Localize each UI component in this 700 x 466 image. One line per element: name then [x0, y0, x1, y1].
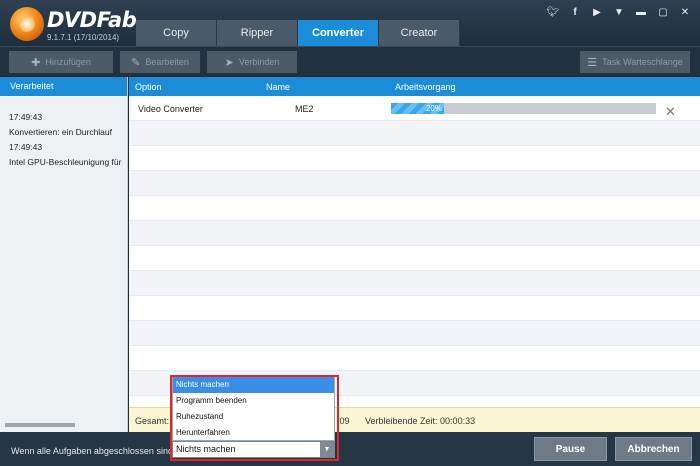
twitter-icon[interactable]: 🐦︎	[542, 7, 564, 18]
column-progress[interactable]: Arbeitsvorgang	[395, 82, 456, 92]
progress-label: 20%	[425, 104, 442, 113]
toolbar: ✚ Hinzufügen ✎ Bearbeiten ➤ Verbinden ☰ …	[0, 46, 700, 76]
progress-bar: 20%	[391, 103, 656, 114]
window-controls: 🐦︎ f ▶ ▼ ▬ ▢ ✕	[542, 7, 696, 18]
menu-dropdown-icon[interactable]: ▼	[608, 7, 630, 18]
facebook-icon[interactable]: f	[564, 7, 586, 18]
youtube-icon[interactable]: ▶	[586, 7, 608, 18]
dvdfab-logo-icon	[10, 7, 44, 41]
highlight-box	[170, 375, 339, 461]
horizontal-scrollbar[interactable]	[5, 423, 75, 427]
main-tabs: Copy Ripper Converter Creator	[136, 20, 460, 46]
minimize-icon[interactable]: ▬	[630, 7, 652, 18]
task-option: Video Converter	[138, 104, 203, 114]
column-name[interactable]: Name	[266, 82, 290, 92]
plus-icon: ✚	[31, 56, 41, 69]
add-button-label: Hinzufügen	[45, 57, 91, 67]
log-entry: 17:49:43	[9, 112, 43, 122]
pause-button[interactable]: Pause	[534, 437, 607, 461]
processed-header: Verarbeitet	[0, 77, 127, 96]
tab-converter[interactable]: Converter	[298, 20, 379, 46]
cancel-button[interactable]: Abbrechen	[615, 437, 692, 461]
grid-rows	[129, 96, 700, 421]
log-entry: Intel GPU-Beschleunigung für die '	[9, 157, 122, 167]
task-grid: Option Name Arbeitsvorgang Video Convert…	[129, 77, 700, 421]
edit-button-label: Bearbeiten	[145, 57, 189, 67]
brand-name: DVDFab	[47, 8, 137, 32]
log-entry: 17:49:43	[9, 142, 43, 152]
add-button[interactable]: ✚ Hinzufügen	[9, 51, 113, 73]
version-label: 9.1.7.1 (17/10/2014)	[47, 33, 120, 42]
tab-ripper[interactable]: Ripper	[217, 20, 298, 46]
close-icon[interactable]: ✕	[674, 7, 696, 18]
merge-icon: ➤	[224, 56, 234, 69]
column-option[interactable]: Option	[135, 82, 162, 92]
total-label: Gesamt:	[135, 416, 170, 426]
list-icon: ☰	[587, 56, 598, 69]
task-queue-label: Task Warteschlange	[602, 57, 683, 67]
task-name: ME2	[295, 104, 314, 114]
remaining-time: Verbleibende Zeit: 00:00:33	[365, 416, 476, 426]
edit-icon: ✎	[131, 56, 141, 69]
merge-button[interactable]: ➤ Verbinden	[207, 51, 297, 73]
processed-log-panel: Verarbeitet 17:49:43 Konvertieren: ein D…	[0, 77, 128, 432]
tab-creator[interactable]: Creator	[379, 20, 460, 46]
log-list: 17:49:43 Konvertieren: ein Durchlauf 17:…	[0, 96, 122, 170]
task-queue-button[interactable]: ☰ Task Warteschlange	[580, 51, 690, 73]
grid-header: Option Name Arbeitsvorgang	[129, 77, 700, 96]
on-complete-label: Wenn alle Aufgaben abgeschlossen sind:	[11, 446, 176, 456]
maximize-icon[interactable]: ▢	[652, 7, 674, 18]
log-entry: Konvertieren: ein Durchlauf	[9, 127, 113, 137]
table-row[interactable]: Video Converter ME2 20% ✕	[129, 96, 700, 121]
tab-copy[interactable]: Copy	[136, 20, 217, 46]
remove-task-icon[interactable]: ✕	[665, 104, 676, 120]
edit-button[interactable]: ✎ Bearbeiten	[120, 51, 200, 73]
title-bar: DVDFab 9.1.7.1 (17/10/2014) Copy Ripper …	[0, 0, 700, 46]
merge-button-label: Verbinden	[238, 57, 280, 67]
